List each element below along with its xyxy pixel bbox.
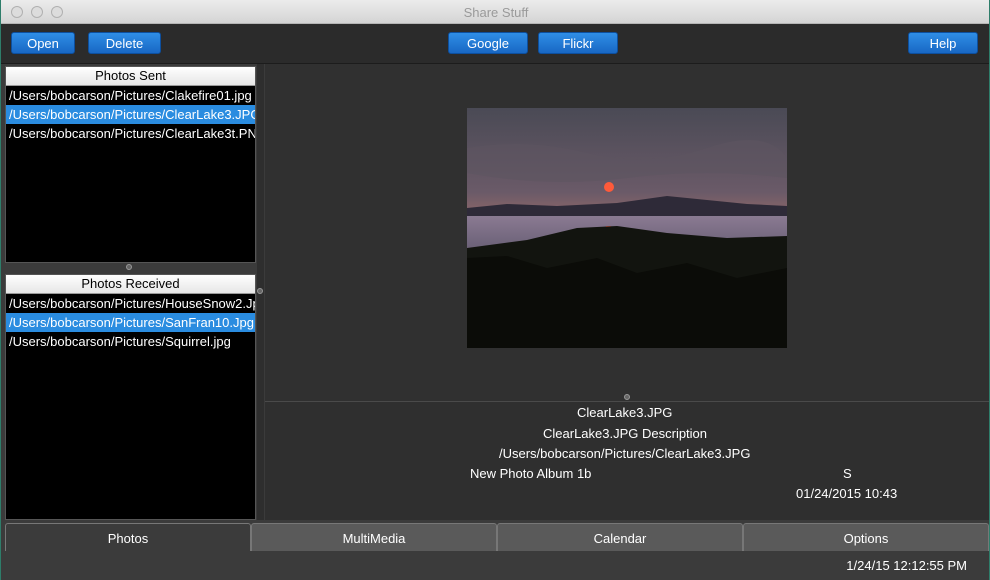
detail-album: New Photo Album 1b xyxy=(470,466,592,481)
received-list-item[interactable]: /Users/bobcarson/Pictures/Squirrel.jpg xyxy=(6,332,255,351)
delete-button[interactable]: Delete xyxy=(88,32,161,54)
sent-list-item[interactable]: /Users/bobcarson/Pictures/ClearLake3t.PN… xyxy=(6,124,255,143)
photos-sent-header: Photos Sent xyxy=(6,67,255,86)
horizontal-splitter xyxy=(265,401,989,402)
detail-filename: ClearLake3.JPG xyxy=(577,405,673,420)
help-button[interactable]: Help xyxy=(908,32,978,54)
detail-date: 01/24/2015 10:43 xyxy=(796,486,898,501)
open-button[interactable]: Open xyxy=(11,32,75,54)
received-list-item[interactable]: /Users/bobcarson/Pictures/HouseSnow2.Jpg xyxy=(6,294,255,313)
photos-sent-list[interactable]: Photos Sent /Users/bobcarson/Pictures/Cl… xyxy=(5,66,256,263)
tab-bar: Photos MultiMedia Calendar Options xyxy=(1,520,989,551)
left-pane: Photos Sent /Users/bobcarson/Pictures/Cl… xyxy=(3,64,256,520)
status-clock: 1/24/15 12:12:55 PM xyxy=(846,558,967,573)
detail-description: ClearLake3.JPG Description xyxy=(543,426,708,441)
sent-list-item-selected[interactable]: /Users/bobcarson/Pictures/ClearLake3.JPG xyxy=(6,105,255,124)
image-preview-area xyxy=(265,64,989,401)
tab-calendar[interactable]: Calendar xyxy=(497,523,743,551)
tab-multimedia[interactable]: MultiMedia xyxy=(251,523,497,551)
tab-options[interactable]: Options xyxy=(743,523,989,551)
right-pane: ClearLake3.JPG ClearLake3.JPG Descriptio… xyxy=(265,64,989,520)
received-list-item-selected[interactable]: /Users/bobcarson/Pictures/SanFran10.Jpg xyxy=(6,313,255,332)
vertical-splitter[interactable] xyxy=(257,64,264,520)
sunset-lake-photo xyxy=(467,108,787,348)
app-window: Share Stuff Open Delete Google Flickr He… xyxy=(0,0,990,580)
photos-received-list[interactable]: Photos Received /Users/bobcarson/Picture… xyxy=(5,274,256,520)
window-title: Share Stuff xyxy=(463,5,529,20)
photos-received-header: Photos Received xyxy=(6,275,255,294)
preview-split-handle[interactable] xyxy=(624,394,630,400)
flickr-button[interactable]: Flickr xyxy=(538,32,618,54)
google-button[interactable]: Google xyxy=(448,32,528,54)
toolbar: Open Delete Google Flickr Help xyxy=(1,24,989,64)
detail-flag: S xyxy=(843,466,852,481)
title-bar: Share Stuff xyxy=(1,0,989,24)
tab-photos[interactable]: Photos xyxy=(5,523,251,551)
detail-path: /Users/bobcarson/Pictures/ClearLake3.JPG xyxy=(499,446,751,461)
photo-preview xyxy=(467,108,787,348)
vertical-split-handle[interactable] xyxy=(257,288,263,294)
status-bar: 1/24/15 12:12:55 PM xyxy=(1,551,989,580)
sent-list-item[interactable]: /Users/bobcarson/Pictures/Clakefire01.jp… xyxy=(6,86,255,105)
list-split-handle[interactable] xyxy=(126,264,132,270)
